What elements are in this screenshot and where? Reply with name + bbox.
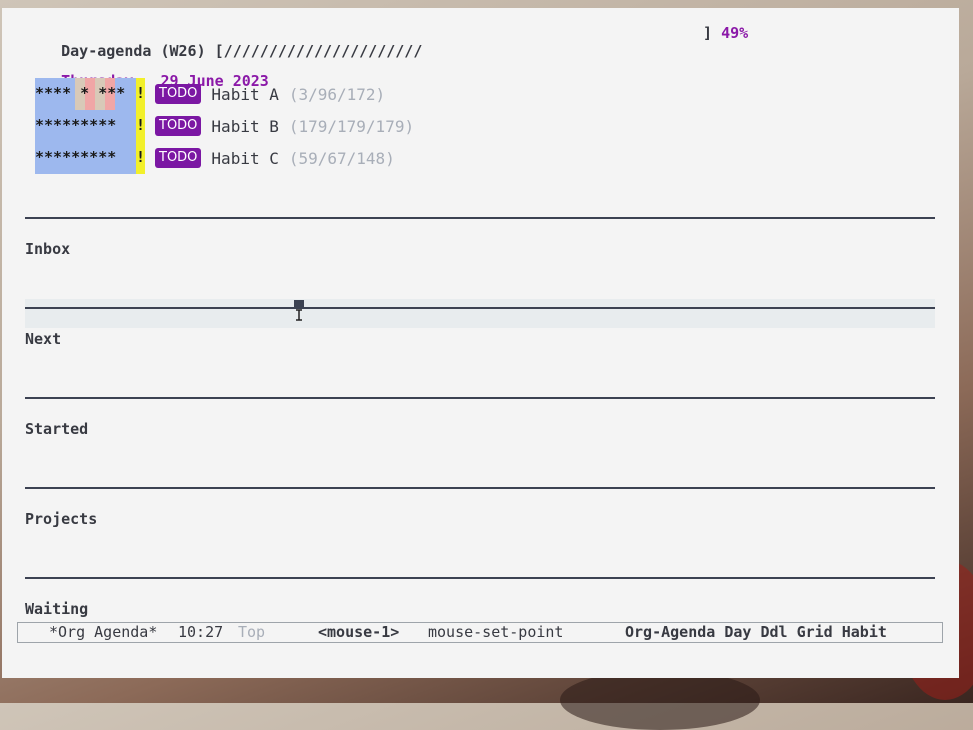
buffer-name[interactable]: *Org Agenda* [49, 623, 157, 642]
habit-title[interactable]: Habit B [211, 117, 278, 136]
buffer-position: Top [238, 623, 266, 641]
habit-count: (59/67/148) [288, 148, 395, 168]
section-heading-projects: Projects [25, 510, 98, 528]
habit-count: (3/96/172) [288, 84, 386, 104]
todo-keyword[interactable]: TODO [155, 116, 202, 136]
habit-consistency-graph: ********* ! [35, 110, 145, 142]
mode-line: *Org Agenda* 10:27 Top <mouse-1> mouse-s… [17, 622, 943, 643]
habit-row[interactable]: **** * *** ! TODO Habit A (3/96/172) [35, 78, 385, 110]
emacs-window: Day-agenda (W26) [//////////////////////… [2, 8, 959, 678]
background-blob [560, 670, 760, 730]
habit-graph-marks: **** * *** [35, 84, 126, 102]
last-command: mouse-set-point [428, 623, 564, 641]
habit-consistency-graph: **** * *** ! [35, 78, 145, 110]
section-separator [25, 217, 935, 219]
section-separator [25, 397, 935, 399]
habit-row[interactable]: ********* ! TODO Habit C (59/67/148) [35, 142, 395, 174]
habit-graph-marks: ********* [35, 148, 117, 166]
progress-percent: 49% [721, 24, 749, 42]
i-beam-cursor-icon [294, 300, 304, 321]
habit-row[interactable]: ********* ! TODO Habit B (179/179/179) [35, 110, 414, 142]
habit-title[interactable]: Habit C [211, 149, 278, 168]
section-heading-started: Started [25, 420, 89, 438]
habit-today-flag: ! [136, 116, 146, 134]
todo-keyword[interactable]: TODO [155, 84, 202, 104]
habit-graph-marks: ********* [35, 116, 117, 134]
current-line-highlight [25, 299, 935, 328]
habit-today-flag: ! [136, 84, 146, 102]
section-heading-next: Next [25, 330, 62, 348]
section-heading-inbox: Inbox [25, 240, 71, 258]
major-mode-list[interactable]: Org-Agenda Day Ddl Grid Habit [625, 623, 887, 642]
progress-close-bracket: ] [703, 24, 713, 42]
habit-count: (179/179/179) [288, 116, 415, 136]
habit-consistency-graph: ********* ! [35, 142, 145, 174]
habit-title[interactable]: Habit A [211, 85, 278, 104]
section-separator [25, 487, 935, 489]
habit-today-flag: ! [136, 148, 146, 166]
section-heading-waiting: Waiting [25, 600, 89, 618]
progress-percent-line: ] 49% [703, 24, 748, 42]
section-separator [25, 577, 935, 579]
section-separator [25, 307, 935, 309]
last-key: <mouse-1> [318, 623, 400, 641]
mode-line-time: 10:27 [178, 623, 224, 641]
todo-keyword[interactable]: TODO [155, 148, 202, 168]
